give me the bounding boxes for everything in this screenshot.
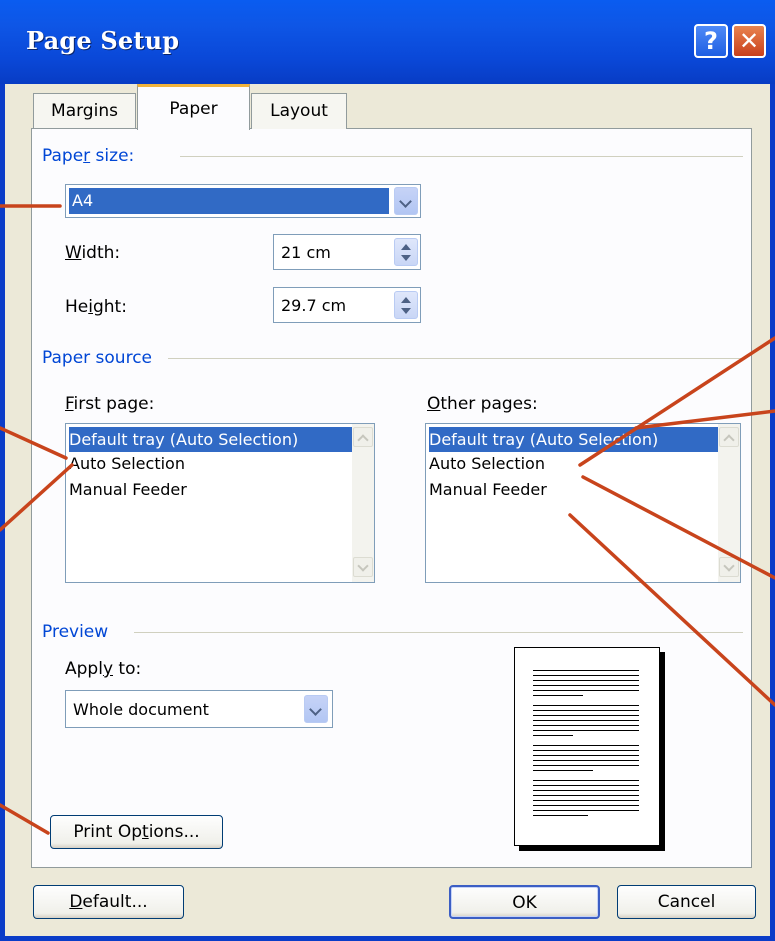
preview-line	[533, 715, 639, 716]
paper-size-select[interactable]: A4	[65, 184, 421, 218]
preview-line	[533, 810, 639, 811]
height-stepper[interactable]: 29.7 cm	[273, 287, 421, 323]
paper-size-divider	[180, 156, 743, 157]
preview-line	[533, 705, 639, 706]
spin-up-icon[interactable]	[401, 297, 411, 303]
preview-line	[533, 755, 639, 756]
tab-margins[interactable]: Margins	[33, 93, 136, 129]
print-options-button[interactable]: Print Options...	[50, 815, 223, 849]
paper-source-divider	[168, 358, 743, 359]
tab-layout[interactable]: Layout	[251, 93, 347, 129]
first-page-scrollbar[interactable]	[352, 424, 374, 582]
other-pages-scrollbar[interactable]	[718, 424, 740, 582]
help-icon: ?	[704, 27, 718, 55]
scroll-up-icon[interactable]	[353, 427, 373, 447]
list-item[interactable]: Default tray (Auto Selection)	[69, 427, 359, 452]
preview-line	[533, 750, 639, 751]
height-value: 29.7 cm	[281, 296, 347, 315]
other-pages-label: Other pages:	[427, 394, 538, 414]
preview-line	[533, 690, 639, 691]
preview-line	[533, 675, 639, 676]
width-spin-buttons[interactable]	[394, 238, 418, 266]
paper-source-group-label: Paper source	[42, 348, 153, 368]
preview-line	[533, 815, 588, 816]
preview-divider	[134, 632, 743, 633]
tab-paper[interactable]: Paper	[137, 84, 250, 130]
preview-line	[533, 680, 639, 681]
preview-line	[533, 710, 639, 711]
preview-group-label: Preview	[42, 622, 109, 642]
help-button[interactable]: ?	[694, 24, 728, 58]
width-label: Width:	[65, 243, 121, 263]
width-stepper[interactable]: 21 cm	[273, 234, 421, 270]
chevron-down-icon[interactable]	[304, 695, 328, 723]
preview-line	[533, 780, 639, 781]
first-page-listbox[interactable]: Default tray (Auto Selection) Auto Selec…	[65, 423, 375, 583]
paper-size-group-label: Paper size:	[42, 146, 135, 166]
close-icon: ✕	[738, 27, 760, 55]
preview-line	[533, 805, 639, 806]
preview-line	[533, 685, 639, 686]
paper-size-selected-highlight	[69, 188, 389, 214]
preview-line	[533, 730, 639, 731]
close-button[interactable]: ✕	[732, 24, 766, 58]
preview-line	[533, 695, 583, 696]
height-spin-buttons[interactable]	[394, 291, 418, 319]
preview-line	[533, 720, 639, 721]
spin-down-icon[interactable]	[401, 308, 411, 314]
other-pages-listbox[interactable]: Default tray (Auto Selection) Auto Selec…	[425, 423, 741, 583]
chevron-down-icon[interactable]	[394, 187, 418, 215]
scroll-down-icon[interactable]	[353, 557, 373, 577]
list-item[interactable]: Manual Feeder	[429, 480, 547, 499]
preview-line	[533, 725, 639, 726]
apply-to-value: Whole document	[73, 700, 209, 719]
list-item[interactable]: Default tray (Auto Selection)	[429, 427, 725, 452]
apply-to-select[interactable]: Whole document	[65, 690, 333, 728]
apply-to-label: Apply to:	[65, 659, 142, 679]
preview-line	[533, 760, 639, 761]
page-preview	[514, 647, 660, 846]
preview-line	[533, 765, 639, 766]
preview-line	[533, 670, 639, 671]
ok-button[interactable]: OK	[449, 885, 600, 919]
width-value: 21 cm	[281, 243, 331, 262]
paper-size-value: A4	[72, 191, 94, 210]
list-item[interactable]: Auto Selection	[69, 454, 185, 473]
preview-line	[533, 790, 639, 791]
preview-line	[533, 770, 593, 771]
preview-line	[533, 795, 639, 796]
default-button[interactable]: Default...	[33, 885, 184, 919]
preview-line	[533, 745, 639, 746]
window-title: Page Setup	[26, 26, 180, 55]
spin-down-icon[interactable]	[401, 255, 411, 261]
height-label: Height:	[65, 297, 127, 317]
list-item[interactable]: Manual Feeder	[69, 480, 187, 499]
preview-line	[533, 800, 639, 801]
preview-line	[533, 735, 573, 736]
scroll-down-icon[interactable]	[719, 557, 739, 577]
cancel-button[interactable]: Cancel	[617, 885, 756, 919]
list-item[interactable]: Auto Selection	[429, 454, 545, 473]
first-page-label: First page:	[65, 394, 155, 414]
preview-line	[533, 785, 639, 786]
spin-up-icon[interactable]	[401, 244, 411, 250]
scroll-up-icon[interactable]	[719, 427, 739, 447]
